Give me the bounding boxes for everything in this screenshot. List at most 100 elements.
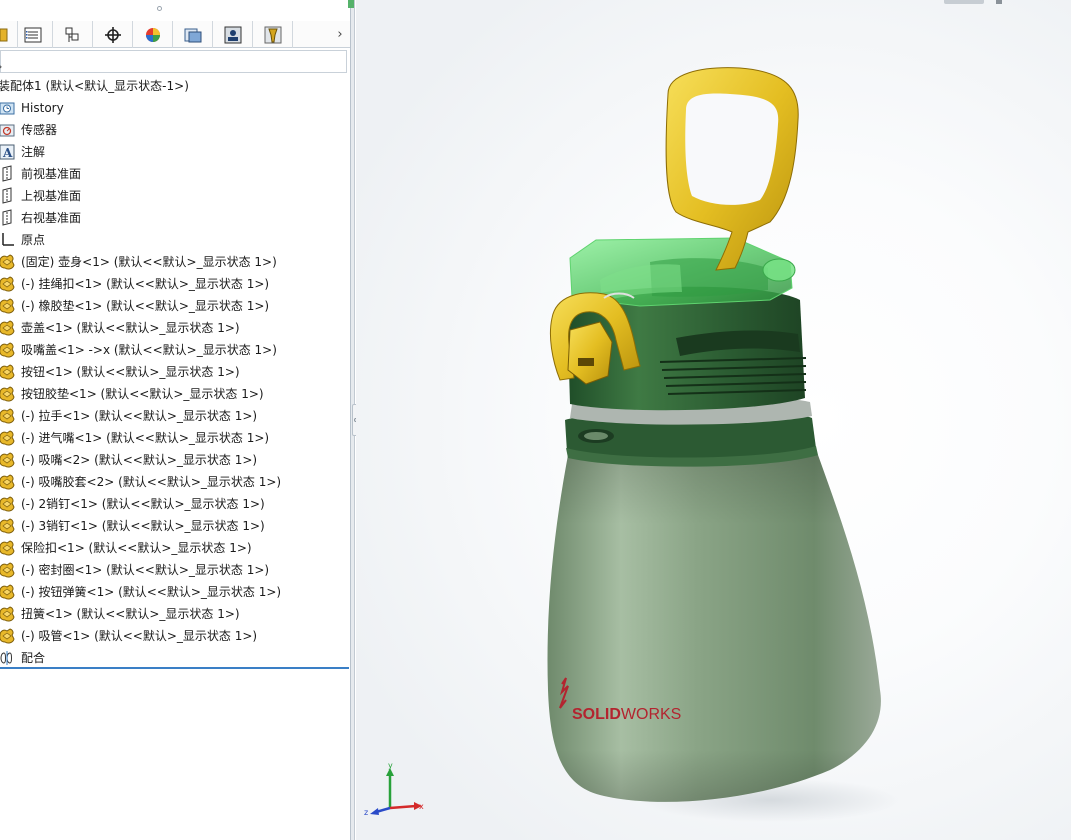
part-icon: [0, 473, 16, 491]
svg-text:SOLIDWORKS: SOLIDWORKS: [572, 706, 681, 723]
tree-item-label: (-) 拉手<1> (默认<<默认>_显示状态 1>): [21, 409, 258, 423]
part-icon: [0, 495, 16, 513]
tab-property-manager[interactable]: [13, 21, 53, 48]
property-manager-icon: [24, 27, 41, 42]
tree-item-component[interactable]: (-) 吸嘴<2> (默认<<默认>_显示状态 1>): [0, 449, 350, 471]
reference-triad: y x z: [364, 761, 424, 817]
part-icon: [0, 561, 16, 579]
bottle-body-shade: [547, 455, 881, 802]
tree-filter-input[interactable]: [0, 50, 347, 73]
tree-item-label: (固定) 壶身<1> (默认<<默认>_显示状态 1>): [21, 255, 277, 269]
part-icon: [0, 517, 16, 535]
part-icon: [0, 341, 16, 359]
part-icon: [0, 605, 16, 623]
tree-item-label: (-) 按钮弹簧<1> (默认<<默认>_显示状态 1>): [21, 585, 282, 599]
part-icon: [0, 319, 16, 337]
cam-icon: [184, 28, 201, 42]
tree-item-label: 壶盖<1> (默认<<默认>_显示状态 1>): [21, 321, 240, 335]
tab-configuration-manager[interactable]: [53, 21, 93, 48]
tree-item-label: History: [21, 101, 64, 115]
tree-root-assembly[interactable]: 装配体1 (默认<默认_显示状态-1>): [0, 75, 350, 97]
filter-field[interactable]: [1, 51, 346, 72]
part-icon: [0, 385, 16, 403]
tree-item-plane[interactable]: 右视基准面: [0, 207, 350, 229]
tree-item-component[interactable]: (-) 橡胶垫<1> (默认<<默认>_显示状态 1>): [0, 295, 350, 317]
tab-display-manager[interactable]: [213, 21, 253, 48]
tree-item-origin[interactable]: 原点: [0, 229, 350, 251]
triad-x-label: x: [419, 802, 424, 811]
tree-item-component[interactable]: 按钮胶垫<1> (默认<<默认>_显示状态 1>): [0, 383, 350, 405]
tree-item-component[interactable]: (-) 吸嘴胶套<2> (默认<<默认>_显示状态 1>): [0, 471, 350, 493]
tree-item-component[interactable]: 扭簧<1> (默认<<默认>_显示状态 1>): [0, 603, 350, 625]
part-icon: [0, 253, 16, 271]
tree-item-sensor[interactable]: 传感器: [0, 119, 350, 141]
part-icon: [0, 583, 16, 601]
tree-item-label: (-) 3销钉<1> (默认<<默认>_显示状态 1>): [21, 519, 265, 533]
feature-manager-panel: › › 装配体1 (默认<默认_显示状态-1>) History 传感器 A 注解前视…: [0, 0, 351, 840]
tree-item-component[interactable]: (-) 挂绳扣<1> (默认<<默认>_显示状态 1>): [0, 273, 350, 295]
tree-root-label: 装配体1 (默认<默认_显示状态-1>): [0, 79, 189, 93]
tree-item-label: (-) 密封圈<1> (默认<<默认>_显示状态 1>): [21, 563, 270, 577]
tab-appearance[interactable]: [133, 21, 173, 48]
tree-item-component[interactable]: 壶盖<1> (默认<<默认>_显示状态 1>): [0, 317, 350, 339]
tree-item-label: (-) 吸嘴<2> (默认<<默认>_显示状态 1>): [21, 453, 258, 467]
tree-item-component[interactable]: (-) 进气嘴<1> (默认<<默认>_显示状态 1>): [0, 427, 350, 449]
tree-item-component[interactable]: 保险扣<1> (默认<<默认>_显示状态 1>): [0, 537, 350, 559]
tree-item-label: 传感器: [21, 123, 58, 137]
part-icon: [0, 363, 16, 381]
tree-item-label: (-) 挂绳扣<1> (默认<<默认>_显示状态 1>): [21, 277, 270, 291]
tree-item-history[interactable]: History: [0, 97, 350, 119]
tab-dimxpert[interactable]: [93, 21, 133, 48]
appearance-icon: [145, 27, 160, 42]
tree-item-component[interactable]: 按钮<1> (默认<<默认>_显示状态 1>): [0, 361, 350, 383]
tree-item-plane[interactable]: 前视基准面: [0, 163, 350, 185]
tree-item-annotation[interactable]: A 注解: [0, 141, 350, 163]
configuration-manager-icon: [65, 27, 78, 42]
tree-item-label: 保险扣<1> (默认<<默认>_显示状态 1>): [21, 541, 252, 555]
tree-item-component[interactable]: (-) 按钮弹簧<1> (默认<<默认>_显示状态 1>): [0, 581, 350, 603]
display-manager-icon: [224, 26, 241, 43]
tree-item-label: 原点: [21, 233, 46, 247]
tree-item-label: (-) 进气嘴<1> (默认<<默认>_显示状态 1>): [21, 431, 270, 445]
mates-icon: [0, 649, 16, 667]
tree-item-mates[interactable]: 配合: [0, 647, 350, 669]
annotation-icon: A: [0, 143, 16, 161]
tree-item-component[interactable]: (-) 密封圈<1> (默认<<默认>_显示状态 1>): [0, 559, 350, 581]
tree-item-component[interactable]: (-) 3销钉<1> (默认<<默认>_显示状态 1>): [0, 515, 350, 537]
svg-text:A: A: [2, 146, 13, 160]
panel-grip[interactable]: [157, 6, 162, 11]
history-icon: [0, 99, 16, 117]
tool-icon: [264, 26, 281, 43]
tab-tool[interactable]: [253, 21, 293, 48]
bottle-model[interactable]: SOLIDWORKS: [356, 0, 1071, 840]
handle-opening: [685, 93, 779, 205]
panel-tab-strip: ›: [0, 21, 350, 48]
tree-item-component[interactable]: 吸嘴盖<1> ->x (默认<<默认>_显示状态 1>): [0, 339, 350, 361]
tree-item-component[interactable]: (固定) 壶身<1> (默认<<默认>_显示状态 1>): [0, 251, 350, 273]
tree-item-label: (-) 2销钉<1> (默认<<默认>_显示状态 1>): [21, 497, 265, 511]
origin-icon: [0, 231, 16, 249]
triad-z-label: z: [364, 808, 368, 817]
filter-expand-icon[interactable]: ›: [0, 60, 2, 73]
tab-cam[interactable]: [173, 21, 213, 48]
feature-tree: 装配体1 (默认<默认_显示状态-1>) History 传感器 A 注解前视基准面上…: [0, 75, 350, 669]
tree-item-label: (-) 吸管<1> (默认<<默认>_显示状态 1>): [21, 629, 258, 643]
push-button[interactable]: [567, 321, 613, 385]
button-slot: [578, 358, 594, 366]
part-icon: [0, 297, 16, 315]
selection-underline: [0, 667, 349, 669]
tree-item-label: 注解: [21, 145, 46, 159]
tree-item-plane[interactable]: 上视基准面: [0, 185, 350, 207]
splitter-top-marker: [348, 0, 354, 8]
tree-item-label: 吸嘴盖<1> ->x (默认<<默认>_显示状态 1>): [21, 343, 277, 357]
feature-manager-icon: [0, 28, 7, 41]
chevron-right-icon[interactable]: ›: [333, 21, 347, 48]
tree-item-component[interactable]: (-) 2销钉<1> (默认<<默认>_显示状态 1>): [0, 493, 350, 515]
tree-item-component[interactable]: (-) 吸管<1> (默认<<默认>_显示状态 1>): [0, 625, 350, 647]
plane-icon: [0, 209, 16, 227]
dimxpert-icon: [104, 26, 121, 43]
tree-item-component[interactable]: (-) 拉手<1> (默认<<默认>_显示状态 1>): [0, 405, 350, 427]
graphics-area[interactable]: SOLIDWORKS y x z: [356, 0, 1071, 840]
part-icon: [0, 429, 16, 447]
plane-icon: [0, 165, 16, 183]
